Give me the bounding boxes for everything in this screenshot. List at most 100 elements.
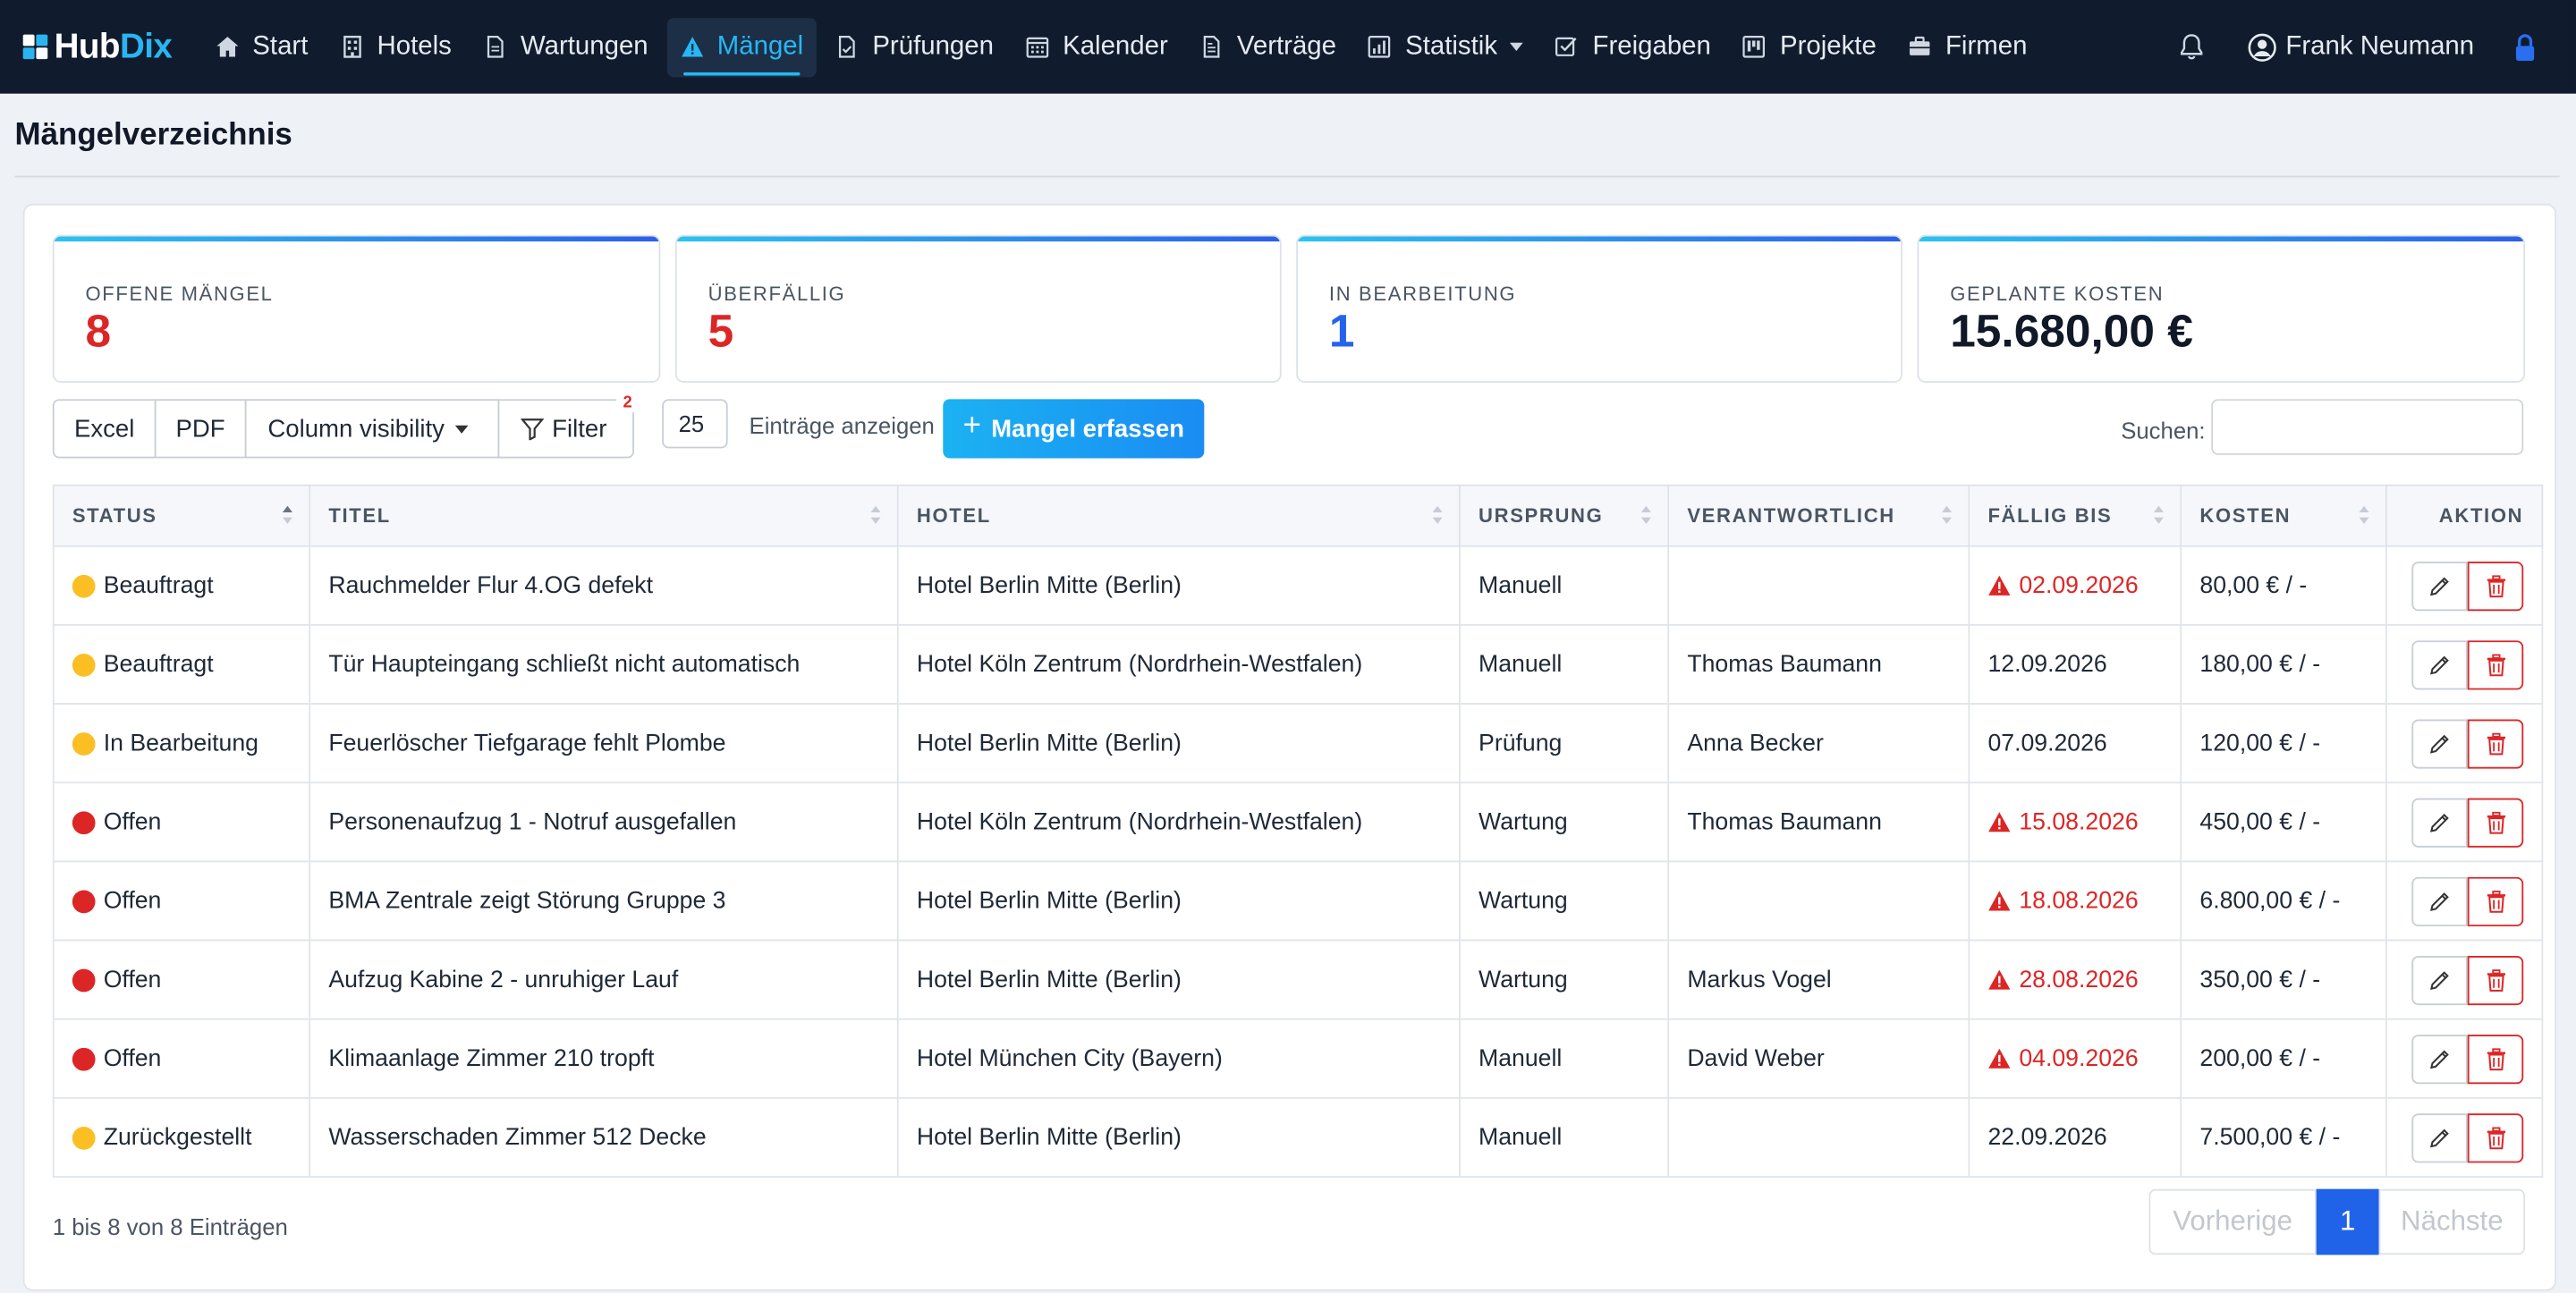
page-length-label: Einträge anzeigen [749, 412, 935, 439]
home-icon [216, 37, 238, 57]
excel-button[interactable]: Excel [52, 399, 157, 459]
edit-button[interactable] [2411, 1112, 2468, 1162]
pagination-previous[interactable]: Vorherige [2148, 1188, 2317, 1255]
cell-faellig: 15.08.2026 [1968, 782, 2182, 863]
table-row[interactable]: Offen Aufzug Kabine 2 - unruhiger Lauf Hot… [52, 939, 2544, 1020]
nav-item-start[interactable]: Start [201, 17, 321, 76]
table-row[interactable]: Offen BMA Zentrale zeigt Störung Gruppe 3… [52, 860, 2544, 942]
due-date-text: 18.08.2026 [2019, 887, 2139, 915]
user-avatar-icon [2249, 32, 2277, 61]
search-input[interactable] [2211, 399, 2524, 455]
edit-button[interactable] [2411, 797, 2468, 847]
cell-kosten: 80,00 € / - [2180, 545, 2387, 626]
brand-logo[interactable]: HubDix [22, 27, 173, 66]
pencil-icon [2430, 892, 2449, 910]
cell-status: Offen [52, 939, 311, 1020]
calendar-icon [1026, 37, 1048, 58]
delete-button[interactable] [2467, 718, 2524, 768]
cell-ursprung: Wartung [1459, 939, 1670, 1020]
status-dot [72, 573, 96, 597]
nav-item-projekte[interactable]: Projekte [1729, 17, 1889, 76]
edit-button[interactable] [2411, 718, 2468, 768]
nav-item-statistik[interactable]: Statistik [1354, 17, 1537, 76]
cell-verantwortlich: Thomas Baumann [1667, 782, 1970, 863]
nav-item-firmen[interactable]: Firmen [1894, 17, 2040, 76]
cell-status: Beauftragt [52, 623, 311, 705]
nav-item-vertraege[interactable]: Verträge [1186, 17, 1350, 76]
table-row[interactable]: Beauftragt Rauchmelder Flur 4.OG defekt Ho… [52, 545, 2544, 626]
checkbox-icon [1555, 37, 1578, 56]
cell-aktion [2385, 1096, 2544, 1178]
pencil-icon [2430, 1128, 2449, 1147]
delete-button[interactable] [2467, 955, 2524, 1005]
table-row[interactable]: Beauftragt Tür Haupteingang schließt nich… [52, 623, 2544, 705]
column-header-titel[interactable]: Titel [309, 484, 899, 547]
filter-label: Filter [552, 414, 607, 443]
filter-button[interactable]: Filter 2 [497, 391, 640, 459]
bell-icon[interactable] [2179, 33, 2205, 61]
nav-item-hotels[interactable]: Hotels [326, 17, 465, 76]
column-header-faellig[interactable]: Fällig bis [1968, 484, 2182, 547]
warning-icon [1988, 891, 2011, 911]
delete-button[interactable] [2467, 797, 2524, 847]
add-defect-label: Mangel erfassen [991, 414, 1184, 443]
status-dot [72, 1126, 96, 1149]
delete-button[interactable] [2467, 1034, 2524, 1084]
cell-aktion [2385, 703, 2544, 784]
page-length-select[interactable]: 25 [662, 399, 728, 449]
cell-hotel: Hotel Köln Zentrum (Nordrhein-Westfalen) [896, 623, 1461, 705]
table-row[interactable]: Offen Klimaanlage Zimmer 210 tropft Hotel … [52, 1018, 2544, 1099]
search-label: Suchen: [2121, 417, 2206, 444]
cell-kosten: 7.500,00 € / - [2180, 1096, 2387, 1178]
cell-titel: Klimaanlage Zimmer 210 tropft [309, 1018, 899, 1099]
brand-name-part1: Hub [54, 27, 121, 65]
cell-faellig: 04.09.2026 [1968, 1018, 2182, 1099]
table-row[interactable]: In Bearbeitung Feuerlöscher Tiefgarage fe… [52, 703, 2544, 784]
pdf-button[interactable]: PDF [154, 399, 247, 459]
user-menu[interactable]: Frank Neumann [2248, 32, 2474, 62]
cell-aktion [2385, 939, 2544, 1020]
nav-item-pruefungen[interactable]: Prüfungen [821, 17, 1006, 76]
pencil-icon [2430, 1049, 2449, 1069]
table-row[interactable]: Offen Personenaufzug 1 - Notruf ausgefall… [52, 782, 2544, 863]
due-date-text: 15.08.2026 [2019, 808, 2139, 835]
cell-hotel: Hotel München City (Bayern) [896, 1018, 1461, 1099]
delete-button[interactable] [2467, 875, 2524, 925]
contract-icon [1203, 36, 1220, 58]
pagination-page-1[interactable]: 1 [2316, 1188, 2379, 1255]
nav-item-kalender[interactable]: Kalender [1012, 17, 1181, 76]
delete-button[interactable] [2467, 1112, 2524, 1162]
edit-button[interactable] [2411, 1034, 2468, 1084]
table-row[interactable]: Zurückgestellt Wasserschaden Zimmer 512 D… [52, 1096, 2544, 1178]
pagination-next[interactable]: Nächste [2378, 1188, 2526, 1255]
delete-button[interactable] [2467, 639, 2524, 689]
warning-icon [1988, 575, 2011, 596]
cell-status: Offen [52, 1018, 311, 1099]
nav-item-maengel[interactable]: Mängel [665, 17, 817, 77]
cell-hotel: Hotel Berlin Mitte (Berlin) [896, 703, 1461, 784]
cell-ursprung: Manuell [1459, 545, 1670, 626]
column-header-hotel[interactable]: Hotel [896, 484, 1461, 547]
nav-item-freigaben[interactable]: Freigaben [1542, 17, 1724, 76]
trash-icon [2486, 1126, 2505, 1149]
stat-in-bearbeitung: In Bearbeitung 1 [1296, 234, 1902, 383]
column-header-verantwortlich[interactable]: Verantwortlich [1667, 484, 1970, 547]
column-header-kosten[interactable]: Kosten [2180, 484, 2387, 547]
status-dot [72, 653, 96, 676]
edit-button[interactable] [2411, 955, 2468, 1005]
nav-item-wartungen[interactable]: Wartungen [470, 17, 661, 76]
edit-button[interactable] [2411, 561, 2468, 611]
column-header-ursprung[interactable]: Ursprung [1459, 484, 1670, 547]
pencil-icon [2430, 970, 2449, 990]
status-text: Offen [103, 966, 162, 993]
column-visibility-button[interactable]: Column visibility [244, 399, 500, 459]
column-header-status[interactable]: Status [52, 484, 311, 547]
add-defect-button[interactable]: + Mangel erfassen [943, 399, 1205, 459]
stat-offene-maengel: Offene Mängel 8 [52, 234, 661, 383]
cell-verantwortlich [1667, 545, 1970, 626]
edit-button[interactable] [2411, 875, 2468, 925]
lock-icon[interactable] [2513, 32, 2537, 62]
delete-button[interactable] [2467, 561, 2524, 611]
edit-button[interactable] [2411, 639, 2468, 689]
due-date-text: 12.09.2026 [1987, 651, 2107, 678]
